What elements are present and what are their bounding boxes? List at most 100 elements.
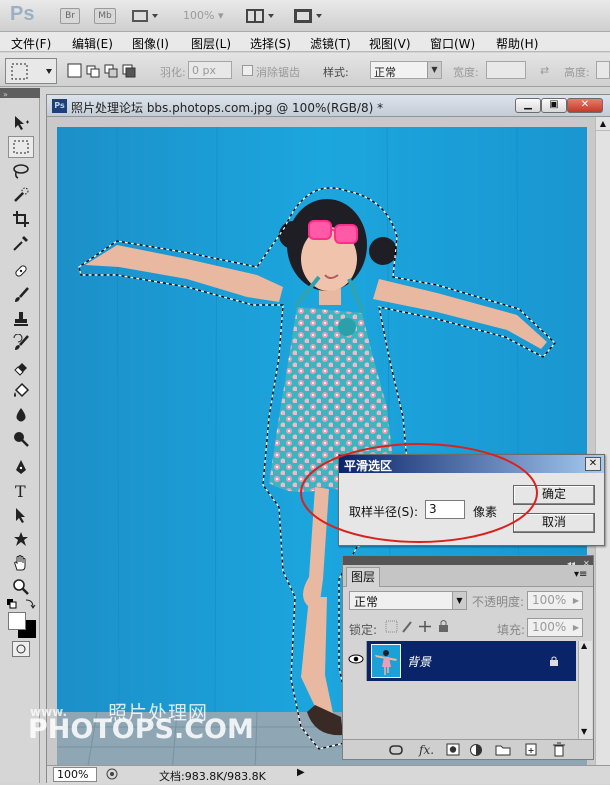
zoom-level-text: 100%: [183, 9, 215, 22]
selection-mode-buttons: [67, 62, 139, 80]
svg-text:T: T: [15, 482, 26, 500]
fill-input[interactable]: 100% ▶: [527, 618, 583, 637]
bridge-button[interactable]: Br: [60, 8, 80, 24]
menu-window[interactable]: 窗口(W): [430, 35, 475, 52]
menu-edit[interactable]: 编辑(E): [72, 35, 113, 52]
photoshop-logo: Ps: [10, 3, 35, 25]
color-swatches[interactable]: [6, 610, 36, 638]
opacity-label: 不透明度:: [472, 595, 525, 609]
arrange-documents-button[interactable]: [245, 8, 277, 24]
feather-label: 羽化:: [160, 66, 186, 79]
eraser-tool[interactable]: [8, 356, 34, 378]
marquee-tool[interactable]: [8, 136, 34, 158]
menu-select[interactable]: 选择(S): [250, 35, 291, 52]
crop-tool[interactable]: [8, 208, 34, 230]
default-colors-icon[interactable]: [6, 598, 36, 610]
menu-filter[interactable]: 滤镜(T): [310, 35, 351, 52]
svg-text:»: »: [3, 90, 8, 99]
new-layer-icon: [525, 743, 537, 756]
lock-options: [385, 619, 451, 634]
scroll-up-icon[interactable]: ▲: [596, 117, 610, 131]
fx-icon: fx.: [418, 743, 434, 757]
hand-tool[interactable]: [8, 552, 34, 574]
tool-preset-picker[interactable]: [5, 58, 57, 84]
brush-tool[interactable]: [8, 284, 34, 306]
width-label: 宽度:: [453, 66, 479, 79]
dodge-tool[interactable]: [8, 428, 34, 450]
maximize-button[interactable]: ▣: [541, 98, 567, 113]
path-selection-tool[interactable]: [8, 504, 34, 526]
foreground-color-swatch[interactable]: [8, 612, 26, 630]
layer-row-background[interactable]: 背景: [367, 641, 576, 681]
custom-shape-tool[interactable]: [8, 528, 34, 550]
history-brush-tool[interactable]: [8, 332, 34, 354]
opacity-input[interactable]: 100% ▶: [527, 591, 583, 610]
style-select[interactable]: 正常 ▼: [370, 61, 442, 79]
blend-mode-select[interactable]: 正常 ▼: [349, 591, 467, 610]
layer-visibility-toggle[interactable]: [345, 641, 367, 681]
layers-scrollbar[interactable]: ▲ ▼: [578, 641, 592, 739]
view-extras-button[interactable]: [131, 8, 161, 24]
options-bar: 羽化: 0 px 消除锯齿 样式: 正常 ▼ 宽度: ⇄ 高度:: [0, 53, 610, 87]
vertical-scrollbar[interactable]: ▲: [595, 117, 610, 772]
move-tool[interactable]: [8, 112, 34, 134]
antialias-label: 消除锯齿: [256, 66, 300, 79]
swap-icon[interactable]: ⇄: [540, 64, 549, 77]
screen-mode-button[interactable]: [293, 8, 325, 24]
minimize-button[interactable]: ▁: [515, 98, 541, 113]
paint-bucket-tool[interactable]: [8, 380, 34, 402]
panel-menu-icon[interactable]: ▾≡: [574, 569, 587, 580]
status-menu-arrow-icon[interactable]: ▶: [297, 767, 305, 778]
style-select-value: 正常: [374, 66, 396, 79]
feather-input[interactable]: 0 px: [188, 61, 232, 79]
menu-file[interactable]: 文件(F): [11, 35, 51, 52]
adjustment-layer-icon: [470, 744, 482, 756]
scroll-down-icon[interactable]: ▼: [581, 727, 587, 736]
panel-header-strip[interactable]: ◂◂ ✕: [343, 556, 593, 568]
scroll-up-icon[interactable]: ▲: [581, 641, 587, 650]
close-icon[interactable]: ✕: [567, 98, 603, 113]
status-zoom-icon[interactable]: [105, 767, 119, 782]
menu-view[interactable]: 视图(V): [369, 35, 411, 52]
type-tool[interactable]: T: [8, 480, 34, 502]
style-label: 样式:: [323, 66, 349, 79]
fill-value: 100%: [532, 620, 567, 634]
minibridge-button[interactable]: Mb: [94, 8, 116, 24]
layers-footer: fx.: [343, 739, 593, 759]
pen-tool[interactable]: [8, 456, 34, 478]
lasso-tool[interactable]: [8, 160, 34, 182]
fill-label: 填充:: [497, 623, 526, 637]
document-title: 照片处理论坛 bbs.photops.com.jpg @ 100%(RGB/8)…: [71, 101, 384, 115]
new-group-icon: [495, 745, 511, 756]
menu-help[interactable]: 帮助(H): [496, 35, 538, 52]
link-layers-icon: [389, 745, 403, 755]
clone-stamp-tool[interactable]: [8, 308, 34, 330]
zoom-tool[interactable]: [8, 576, 34, 598]
lock-icon: [549, 655, 559, 666]
zoom-level-display[interactable]: 100% ▾: [183, 9, 223, 22]
quick-selection-tool[interactable]: [8, 184, 34, 206]
width-input[interactable]: [486, 61, 526, 79]
menu-layer[interactable]: 图层(L): [191, 35, 231, 52]
toolbox-header[interactable]: »: [0, 88, 40, 99]
status-document-size: 文档:983.8K/983.8K: [159, 770, 266, 783]
status-zoom-field[interactable]: 100%: [53, 767, 97, 782]
height-input[interactable]: [596, 61, 610, 79]
status-bar: 100% 文档:983.8K/983.8K ▶: [47, 765, 610, 784]
watermark-url: PHOTOPS.COM: [28, 714, 254, 745]
healing-brush-tool[interactable]: [8, 260, 34, 282]
height-label: 高度:: [564, 66, 590, 79]
layers-tab[interactable]: 图层: [346, 567, 380, 587]
layer-name[interactable]: 背景: [407, 653, 431, 670]
blur-tool[interactable]: [8, 404, 34, 426]
layers-panel: ◂◂ ✕ 图层 ▾≡ 正常 ▼ 不透明度: 100% ▶ 锁定: 填充: 100%…: [342, 555, 594, 760]
chevron-down-icon: ▼: [427, 62, 441, 78]
quick-mask-button[interactable]: [12, 641, 30, 657]
blend-mode-value: 正常: [354, 595, 379, 609]
dialog-close-icon[interactable]: ✕: [585, 457, 601, 471]
chevron-right-icon: ▶: [572, 596, 580, 605]
antialias-checkbox[interactable]: [242, 65, 253, 76]
eyedropper-tool[interactable]: [8, 232, 34, 254]
menu-image[interactable]: 图像(I): [132, 35, 169, 52]
document-title-bar[interactable]: Ps 照片处理论坛 bbs.photops.com.jpg @ 100%(RGB…: [47, 95, 610, 117]
